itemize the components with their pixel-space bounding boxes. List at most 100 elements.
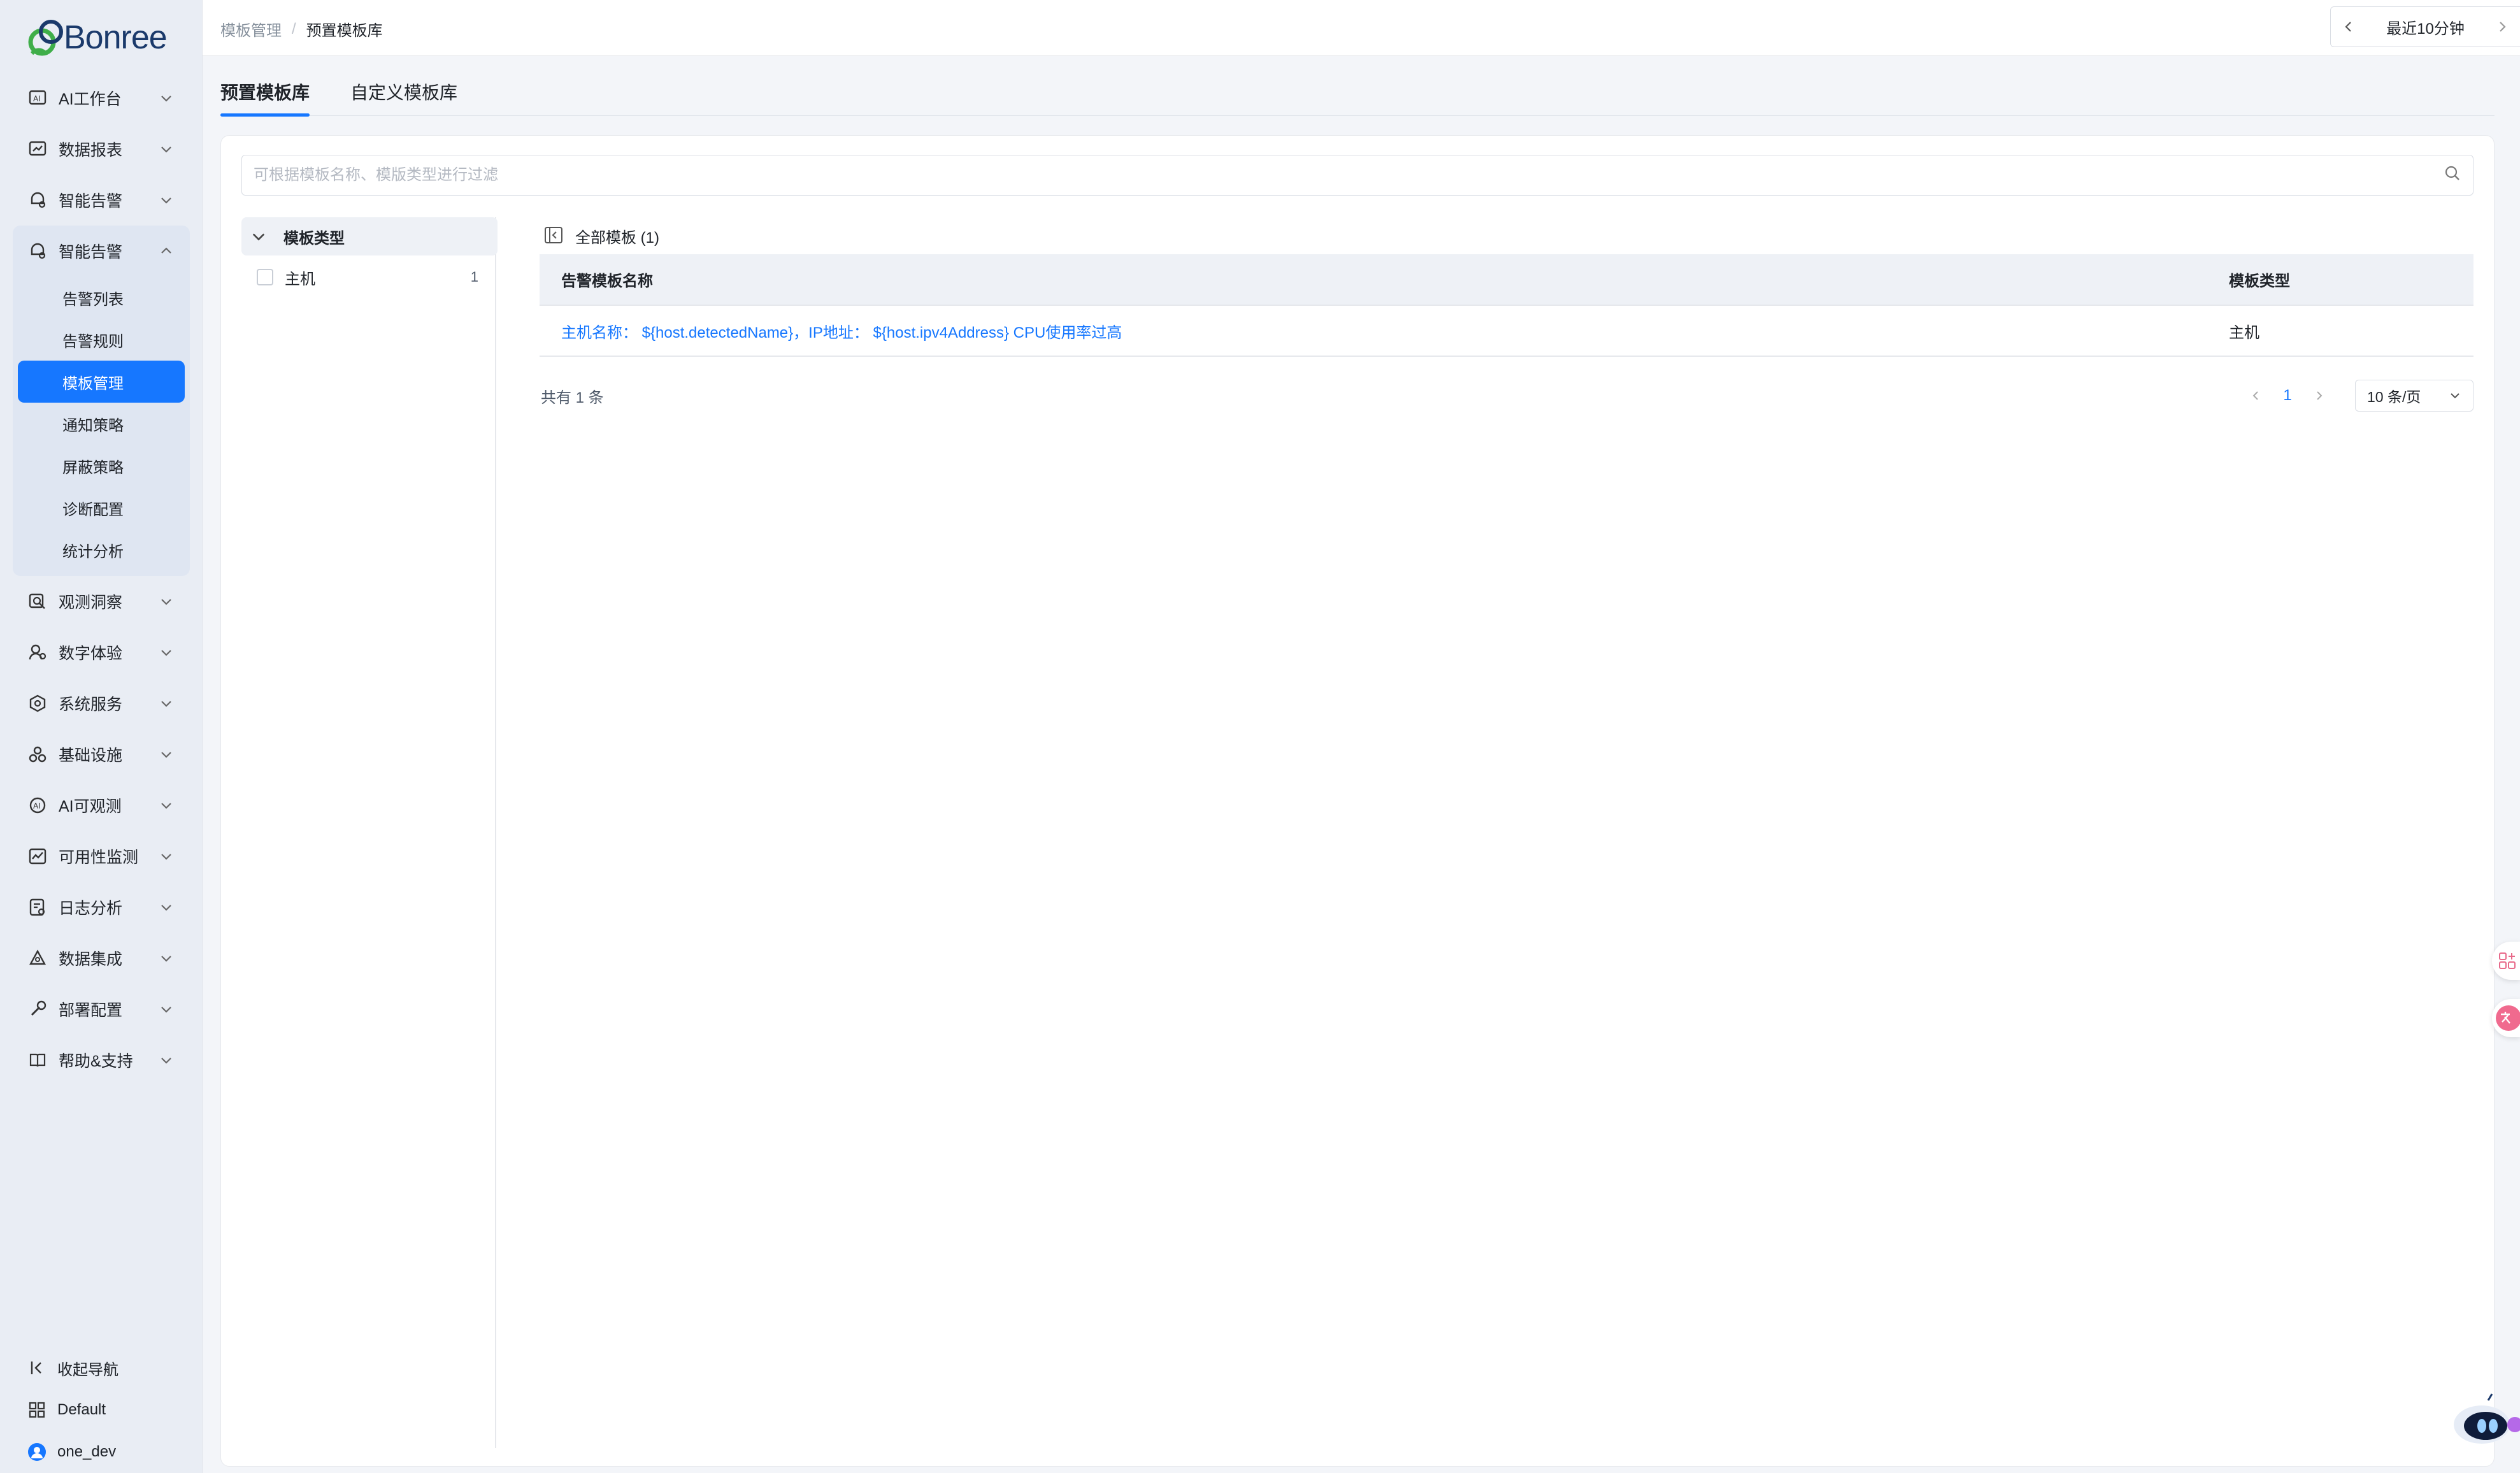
column-header-name: 告警模板名称 xyxy=(540,254,2207,305)
nav-group-smart-alert: 智能告警 告警列表 告警规则 模板管理 通知策略 屏蔽策略 诊断配置 统计分析 xyxy=(13,226,190,576)
chevron-down-icon xyxy=(161,147,171,153)
nav-item-label: 观测洞察 xyxy=(59,594,123,612)
sub-item-alert-rules[interactable]: 告警规则 xyxy=(18,319,185,361)
chevron-down-icon xyxy=(161,1007,171,1013)
workspace-label: Default xyxy=(57,1401,106,1418)
nav-item-data-report[interactable]: 数据报表 xyxy=(0,124,203,175)
table-header-row: 告警模板名称 模板类型 xyxy=(540,254,2473,305)
collapse-icon xyxy=(27,1358,47,1378)
chevron-down-icon xyxy=(161,956,171,962)
avatar xyxy=(27,1442,47,1462)
report-icon xyxy=(27,138,48,160)
chevron-down-icon xyxy=(161,96,171,102)
workspace-switcher[interactable]: Default xyxy=(0,1389,203,1431)
translate-icon xyxy=(2496,1005,2520,1031)
topbar: 模板管理 / 预置模板库 最近10分钟 xyxy=(203,0,2520,56)
nav-item-ai-observe[interactable]: AI AI可观测 xyxy=(0,780,203,831)
svg-text:AI: AI xyxy=(33,801,41,810)
tab-custom-templates[interactable]: 自定义模板库 xyxy=(350,64,457,116)
tab-preset-templates[interactable]: 预置模板库 xyxy=(220,64,310,117)
tree-item-count: 1 xyxy=(470,269,478,285)
nav-item-ai-workbench[interactable]: AI AI工作台 xyxy=(0,73,203,124)
sub-item-template-management[interactable]: 模板管理 xyxy=(18,361,185,403)
nav-item-label: 基础设施 xyxy=(59,747,123,765)
nav-item-label: AI工作台 xyxy=(59,90,122,108)
sub-item-diagnosis-config[interactable]: 诊断配置 xyxy=(18,487,185,529)
sub-item-alert-list[interactable]: 告警列表 xyxy=(18,277,185,319)
chevron-left-icon[interactable] xyxy=(2331,20,2366,34)
collapse-nav-button[interactable]: 收起导航 xyxy=(0,1347,203,1389)
digital-experience-icon xyxy=(27,642,48,663)
sidebar-footer: 收起导航 Default one_dev xyxy=(0,1347,203,1473)
prev-page-icon[interactable] xyxy=(2243,389,2268,402)
breadcrumb: 模板管理 / 预置模板库 xyxy=(220,18,383,40)
nav-item-label: 数据集成 xyxy=(59,951,123,968)
data-integration-icon xyxy=(27,947,48,969)
nav-item-observe[interactable]: 观测洞察 xyxy=(0,576,203,627)
svg-text:AI: AI xyxy=(33,94,41,103)
search-icon[interactable] xyxy=(2444,164,2461,187)
time-range-picker[interactable]: 最近10分钟 xyxy=(2330,6,2520,47)
breadcrumb-parent[interactable]: 模板管理 xyxy=(220,18,282,40)
robot-icon xyxy=(2454,1393,2520,1444)
nav-item-help-support[interactable]: 帮助&支持 xyxy=(0,1035,203,1086)
nav-item-label: 数据报表 xyxy=(59,141,123,159)
nav-item-label: 可用性监测 xyxy=(59,849,139,866)
nav-item-data-integration[interactable]: 数据集成 xyxy=(0,933,203,984)
template-type-tree: 模板类型 主机 1 xyxy=(241,217,498,1448)
floating-app-button[interactable] xyxy=(2492,942,2520,980)
sidebar: Bonree AI AI工作台 数据报表 智能告警 智能告警 告警列表 告警规则… xyxy=(0,0,203,1473)
nav-item-log-analysis[interactable]: 日志分析 xyxy=(0,882,203,933)
template-type-cell: 主机 xyxy=(2207,305,2473,357)
logo[interactable]: Bonree xyxy=(25,17,168,59)
ai-workbench-icon: AI xyxy=(27,87,48,109)
tree-header[interactable]: 模板类型 xyxy=(241,217,498,255)
template-table: 告警模板名称 模板类型 主机名称： ${host.detectedName}，I… xyxy=(540,254,2473,357)
bonree-logo-icon xyxy=(25,17,68,59)
template-name-link[interactable]: 主机名称： ${host.detectedName}，IP地址： ${host.… xyxy=(540,305,2207,357)
page-number[interactable]: 1 xyxy=(2268,387,2307,405)
search-input[interactable] xyxy=(254,166,2444,184)
collapse-panel-icon[interactable] xyxy=(543,225,565,247)
user-menu[interactable]: one_dev xyxy=(0,1431,203,1473)
alert-icon xyxy=(27,240,48,262)
ai-assistant-robot[interactable] xyxy=(2450,1393,2520,1456)
chevron-down-icon xyxy=(2451,393,2459,399)
infrastructure-icon xyxy=(27,744,48,765)
nav-item-label: 帮助&支持 xyxy=(59,1053,133,1070)
help-icon xyxy=(27,1049,48,1071)
nav-item-label: 智能告警 xyxy=(59,192,123,210)
chevron-down-icon xyxy=(161,701,171,707)
log-icon xyxy=(27,896,48,918)
system-service-icon xyxy=(27,693,48,714)
nav-item-label: 智能告警 xyxy=(59,243,123,261)
nav-item-system-service[interactable]: 系统服务 xyxy=(0,678,203,729)
host-checkbox[interactable] xyxy=(257,269,273,285)
template-list: 全部模板 (1) 告警模板名称 模板类型 主机名称： ${host.detect… xyxy=(540,217,2473,435)
sub-item-mute-policy[interactable]: 屏蔽策略 xyxy=(18,445,185,487)
search-box xyxy=(241,155,2473,196)
floating-translate-button[interactable] xyxy=(2492,999,2520,1037)
chevron-right-icon[interactable] xyxy=(2484,20,2520,34)
tree-item-host[interactable]: 主机 1 xyxy=(241,255,495,299)
nav-item-smart-alert-expanded[interactable]: 智能告警 xyxy=(13,226,190,277)
column-header-type: 模板类型 xyxy=(2207,254,2473,305)
logo-text: Bonree xyxy=(64,19,168,56)
nav-item-deploy-config[interactable]: 部署配置 xyxy=(0,984,203,1035)
nav-item-availability[interactable]: 可用性监测 xyxy=(0,831,203,882)
time-range-value: 最近10分钟 xyxy=(2386,20,2465,38)
nav-item-digital-experience[interactable]: 数字体验 xyxy=(0,627,203,678)
next-page-icon[interactable] xyxy=(2307,389,2332,402)
page-size-select[interactable]: 10 条/页 xyxy=(2355,380,2473,412)
grid-icon xyxy=(27,1400,47,1420)
sub-item-notify-policy[interactable]: 通知策略 xyxy=(18,403,185,445)
list-header: 全部模板 (1) xyxy=(540,217,2473,254)
chevron-down-icon xyxy=(161,1058,171,1064)
nav-item-label: 数字体验 xyxy=(59,645,123,663)
nav-item-infrastructure[interactable]: 基础设施 xyxy=(0,729,203,780)
tree-header-label: 模板类型 xyxy=(283,229,345,247)
chevron-down-icon xyxy=(161,198,171,204)
nav-item-smart-alert[interactable]: 智能告警 xyxy=(0,175,203,226)
chevron-down-icon xyxy=(161,854,171,860)
sub-item-statistics[interactable]: 统计分析 xyxy=(18,529,185,571)
